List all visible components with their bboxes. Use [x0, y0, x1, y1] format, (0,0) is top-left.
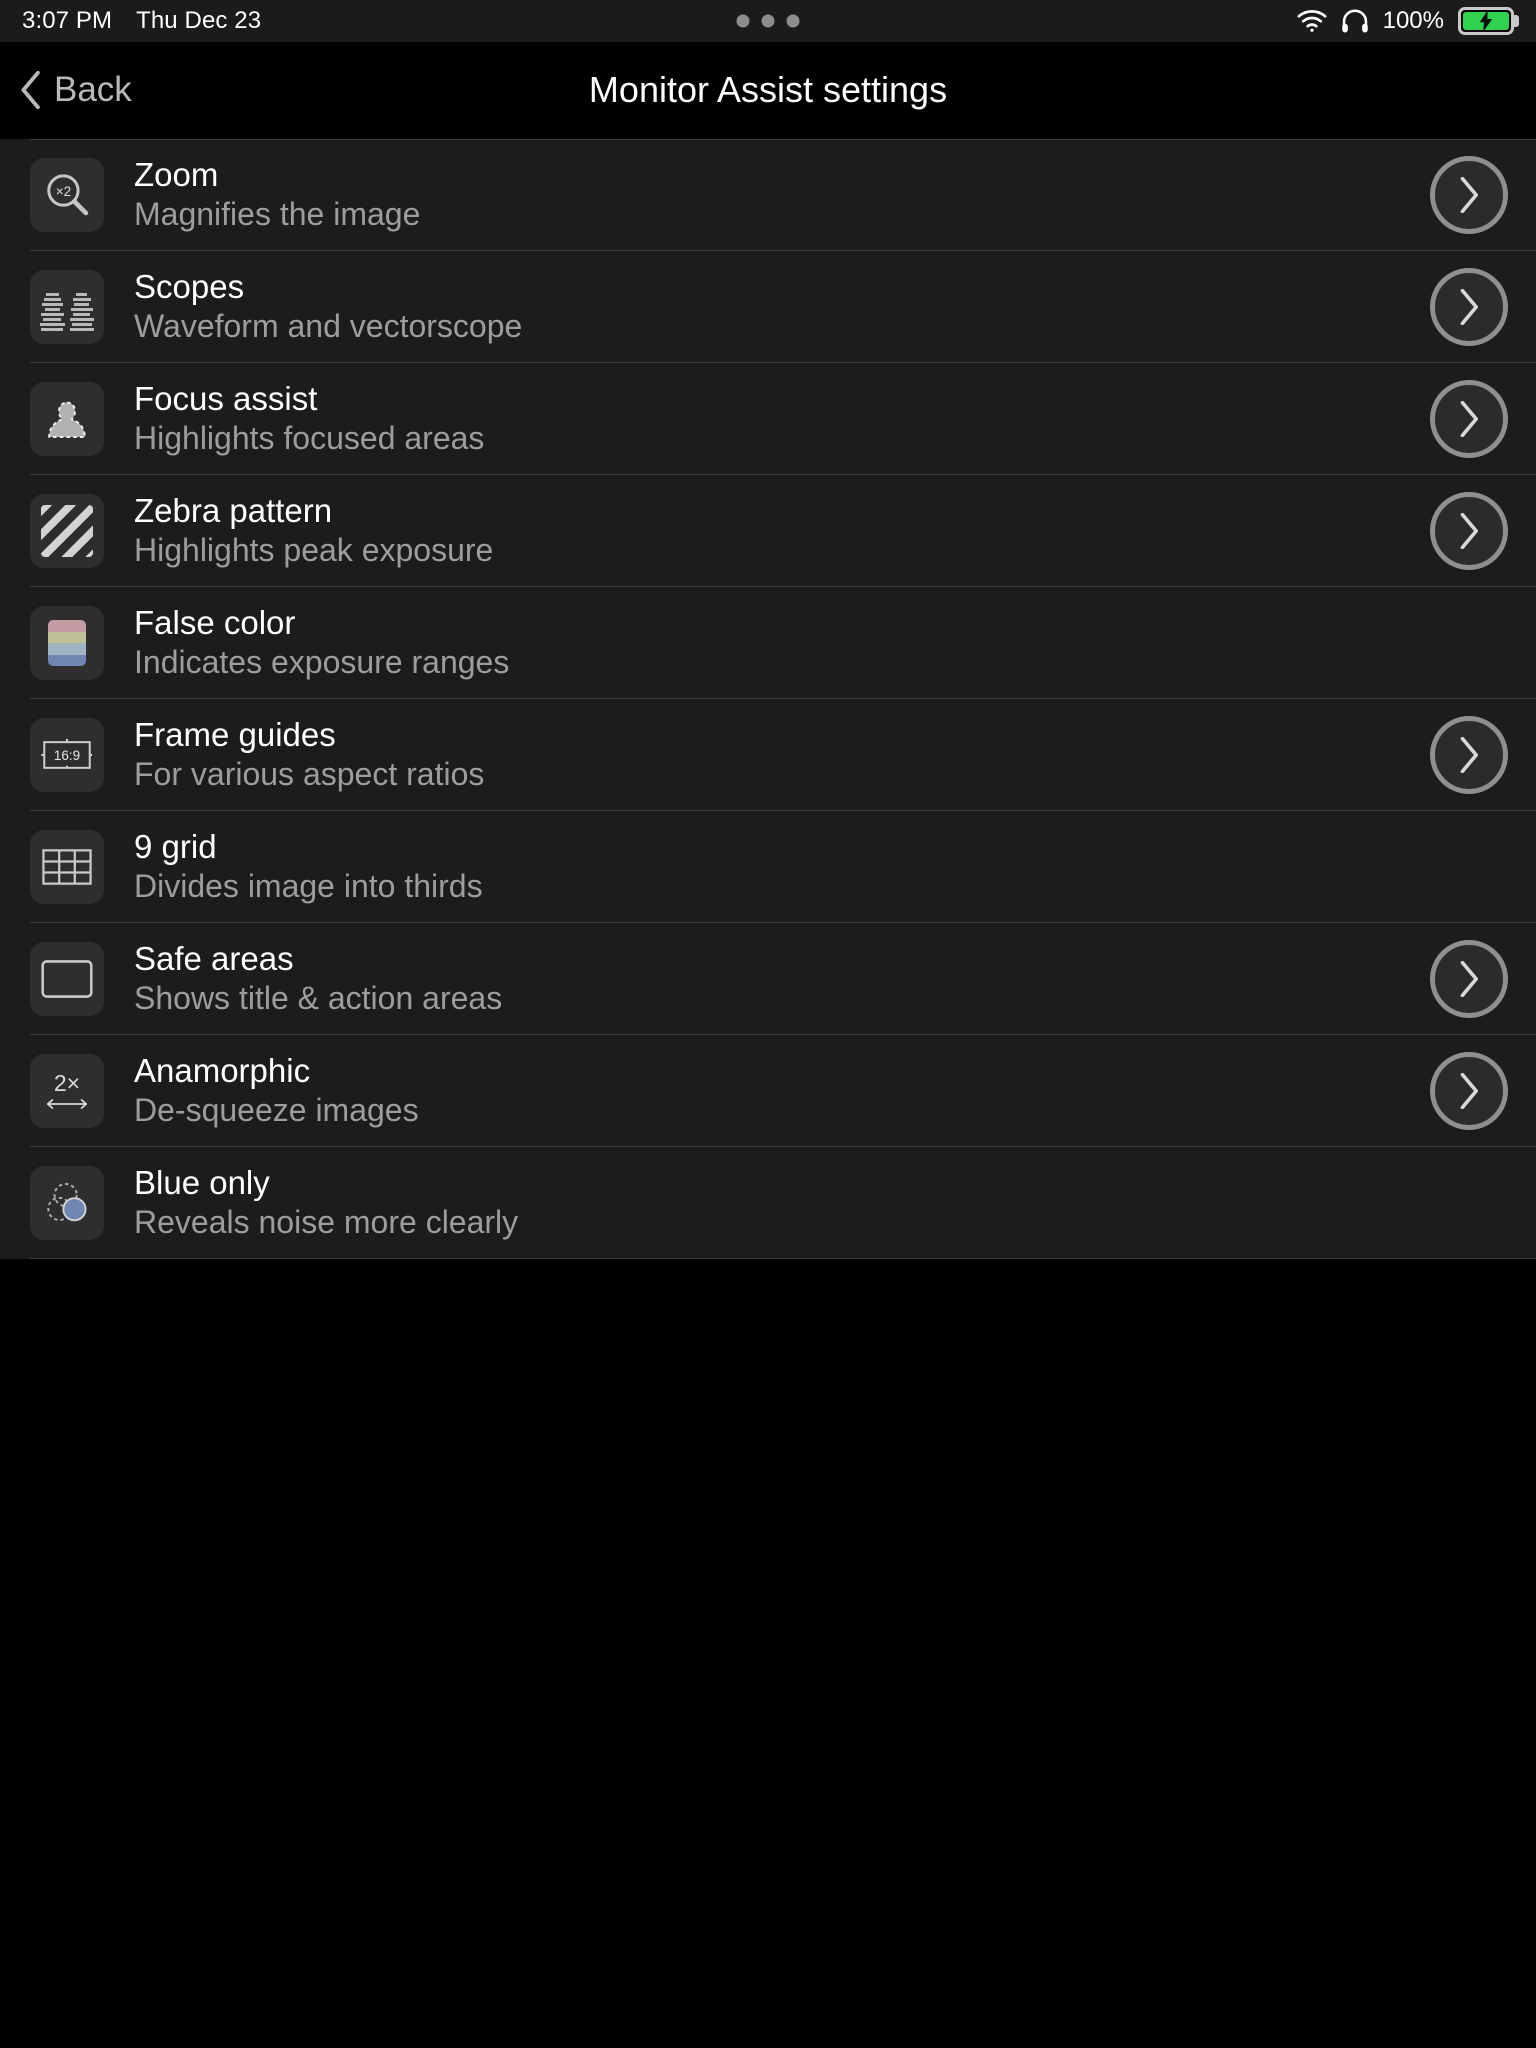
list-item-subtitle: Divides image into thirds	[134, 867, 483, 904]
list-item-text: Safe areas Shows title & action areas	[134, 939, 503, 1018]
list-item-text: Focus assist Highlights focused areas	[134, 379, 485, 458]
list-item-title: Scopes	[134, 267, 245, 305]
disclosure-button[interactable]	[1430, 492, 1508, 570]
list-item-title: Anamorphic	[134, 1051, 311, 1089]
list-item-scopes[interactable]: Scopes Waveform and vectorscope	[0, 251, 1536, 363]
disclosure-button[interactable]	[1430, 716, 1508, 794]
false-color-bands-icon	[30, 606, 104, 680]
disclosure-button[interactable]	[1430, 268, 1508, 346]
chevron-right-icon	[1459, 401, 1479, 437]
focus-assist-person-icon	[30, 382, 104, 456]
dot-2	[761, 14, 775, 28]
battery-charging-icon	[1458, 7, 1514, 35]
three-dots-indicator	[736, 14, 800, 28]
svg-text:×2: ×2	[56, 184, 71, 199]
list-item-title: Safe areas	[134, 939, 294, 977]
safe-areas-rect-icon	[30, 942, 104, 1016]
zebra-stripes-icon	[30, 494, 104, 568]
status-bar-left: 3:07 PM Thu Dec 23	[22, 7, 261, 35]
navigation-bar: Back Monitor Assist settings	[0, 42, 1536, 138]
chevron-left-icon	[20, 71, 42, 109]
list-item-safe-areas[interactable]: Safe areas Shows title & action areas	[0, 923, 1536, 1035]
list-item-anamorphic[interactable]: 2× Anamorphic De-squeeze images	[0, 1035, 1536, 1147]
list-item-subtitle: Magnifies the image	[134, 195, 421, 232]
list-item-subtitle: For various aspect ratios	[134, 755, 485, 792]
double-arrow-icon	[46, 1098, 88, 1109]
list-item-text: 9 grid Divides image into thirds	[134, 827, 483, 906]
page-title: Monitor Assist settings	[588, 69, 948, 110]
chevron-right-icon	[1459, 1073, 1479, 1109]
scope-column-left	[40, 283, 65, 331]
blue-only-circles-icon	[30, 1166, 104, 1240]
list-item-zoom[interactable]: ×2 Zoom Magnifies the image	[0, 139, 1536, 251]
wifi-icon	[1297, 9, 1327, 33]
waveform-scope-icon	[30, 270, 104, 344]
list-item-title: False color	[134, 603, 296, 641]
list-item-subtitle: Highlights focused areas	[134, 419, 485, 456]
chevron-right-icon	[1459, 737, 1479, 773]
anamorphic-factor-label: 2×	[53, 1069, 81, 1096]
back-button[interactable]: Back	[0, 64, 148, 116]
list-item-text: False color Indicates exposure ranges	[134, 603, 510, 682]
scope-column-right	[69, 283, 94, 331]
chevron-right-icon	[1459, 513, 1479, 549]
list-item-subtitle: Shows title & action areas	[134, 979, 503, 1016]
list-item-text: Zebra pattern Highlights peak exposure	[134, 491, 494, 570]
list-item-subtitle: Waveform and vectorscope	[134, 307, 523, 344]
list-item-title: Zoom	[134, 155, 219, 193]
frame-guides-icon: 16:9	[30, 718, 104, 792]
disclosure-button[interactable]	[1430, 1052, 1508, 1130]
back-button-label: Back	[54, 70, 132, 109]
list-item-subtitle: De-squeeze images	[134, 1091, 419, 1128]
list-item-blue-only[interactable]: Blue only Reveals noise more clearly	[0, 1147, 1536, 1259]
list-item-subtitle: Reveals noise more clearly	[134, 1203, 519, 1240]
list-item-title: 9 grid	[134, 827, 217, 865]
list-item-text: Zoom Magnifies the image	[134, 155, 421, 234]
status-bar-right: 100%	[1297, 0, 1514, 42]
list-item-text: Blue only Reveals noise more clearly	[134, 1163, 519, 1242]
headphones-icon	[1341, 8, 1369, 34]
list-item-title: Frame guides	[134, 715, 336, 753]
list-item-text: Scopes Waveform and vectorscope	[134, 267, 523, 346]
chevron-right-icon	[1459, 961, 1479, 997]
false-color-swatch	[48, 620, 86, 666]
list-item-focus-assist[interactable]: Focus assist Highlights focused areas	[0, 363, 1536, 475]
zoom-magnifier-icon: ×2	[30, 158, 104, 232]
dot-1	[736, 14, 750, 28]
status-bar: 3:07 PM Thu Dec 23 100%	[0, 0, 1536, 42]
battery-percent-label: 100%	[1382, 7, 1444, 34]
charging-bolt-icon	[1479, 10, 1493, 32]
list-item-title: Zebra pattern	[134, 491, 333, 529]
list-item-text: Anamorphic De-squeeze images	[134, 1051, 419, 1130]
list-item-title: Focus assist	[134, 379, 318, 417]
nine-grid-icon	[30, 830, 104, 904]
zebra-stripes-swatch	[41, 505, 93, 557]
settings-list: ×2 Zoom Magnifies the image Scopes Wavef…	[0, 138, 1536, 1259]
list-item-frame-guides[interactable]: 16:9 Frame guides For various aspect rat…	[0, 699, 1536, 811]
list-item-false-color[interactable]: False color Indicates exposure ranges	[0, 587, 1536, 699]
list-item-title: Blue only	[134, 1163, 270, 1201]
svg-text:16:9: 16:9	[54, 748, 80, 763]
status-time: 3:07 PM	[22, 7, 113, 34]
anamorphic-desqueeze-icon: 2×	[30, 1054, 104, 1128]
disclosure-button[interactable]	[1430, 156, 1508, 234]
chevron-right-icon	[1459, 289, 1479, 325]
list-item-text: Frame guides For various aspect ratios	[134, 715, 485, 794]
disclosure-button[interactable]	[1430, 940, 1508, 1018]
status-date: Thu Dec 23	[136, 7, 262, 34]
list-item-subtitle: Indicates exposure ranges	[134, 643, 510, 680]
dot-3	[786, 14, 800, 28]
disclosure-button[interactable]	[1430, 380, 1508, 458]
list-item-9-grid[interactable]: 9 grid Divides image into thirds	[0, 811, 1536, 923]
list-item-subtitle: Highlights peak exposure	[134, 531, 494, 568]
list-item-zebra-pattern[interactable]: Zebra pattern Highlights peak exposure	[0, 475, 1536, 587]
chevron-right-icon	[1459, 177, 1479, 213]
